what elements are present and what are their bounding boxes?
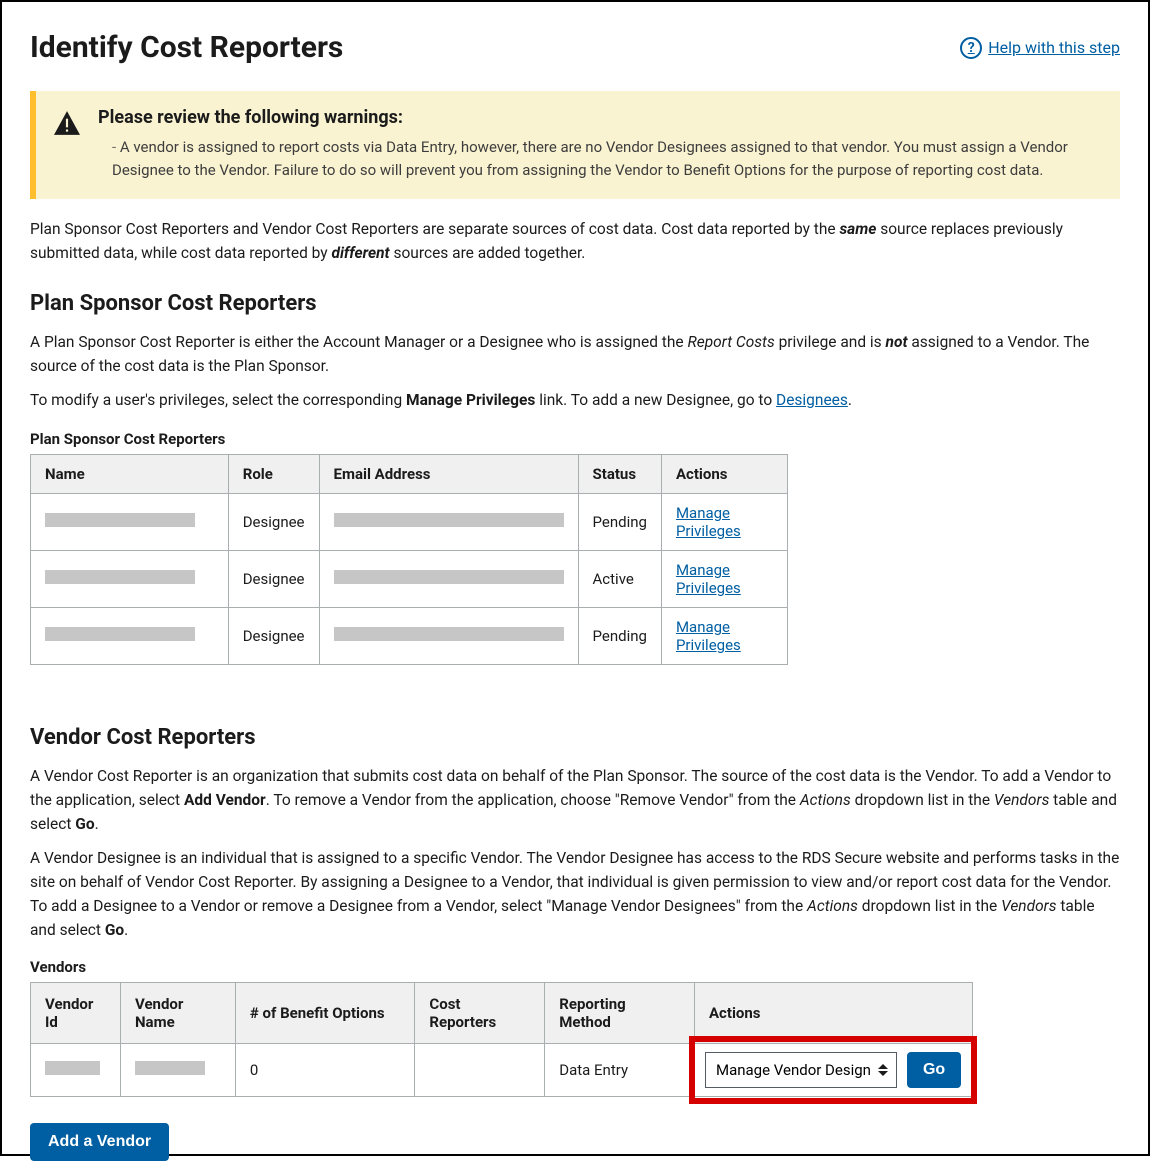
help-label: Help with this step (988, 38, 1120, 57)
redacted-name (45, 513, 195, 527)
redacted-name (45, 570, 195, 584)
table-row: Designee Pending Manage Privileges (31, 608, 788, 665)
section2-p1: A Vendor Cost Reporter is an organizatio… (30, 764, 1120, 836)
warning-body: A vendor is assigned to report costs via… (98, 136, 1098, 181)
section1-p2: To modify a user's privileges, select th… (30, 388, 1120, 412)
th-vendor-actions: Actions (694, 983, 972, 1044)
th-reporting-method: Reporting Method (545, 983, 695, 1044)
table-row: Designee Active Manage Privileges (31, 551, 788, 608)
warning-icon (54, 111, 80, 135)
manage-privileges-link[interactable]: Manage Privileges (676, 561, 741, 597)
redacted-vendor-id (45, 1061, 100, 1075)
redacted-email (334, 570, 564, 584)
page-title: Identify Cost Reporters (30, 30, 343, 65)
warning-title: Please review the following warnings: (98, 107, 1098, 128)
th-benefit-options: # of Benefit Options (235, 983, 415, 1044)
th-actions: Actions (661, 455, 787, 494)
cell-reporting-method: Data Entry (545, 1044, 695, 1097)
manage-privileges-link[interactable]: Manage Privileges (676, 618, 741, 654)
cell-role: Designee (228, 608, 319, 665)
th-vendor-name: Vendor Name (120, 983, 235, 1044)
help-link[interactable]: ? Help with this step (960, 37, 1120, 59)
highlight-box: Manage Vendor Designees Go (689, 1036, 977, 1104)
cell-status: Pending (578, 608, 661, 665)
table-row: Designee Pending Manage Privileges (31, 494, 788, 551)
cell-benefit-options: 0 (235, 1044, 415, 1097)
help-icon: ? (960, 37, 982, 59)
table-row: 0 Data Entry Manage Vendor Designees Go (31, 1044, 973, 1097)
section1-p1: A Plan Sponsor Cost Reporter is either t… (30, 330, 1120, 378)
section1-title: Plan Sponsor Cost Reporters (30, 291, 1120, 316)
redacted-name (45, 627, 195, 641)
vendor-actions-select[interactable]: Manage Vendor Designees (705, 1052, 897, 1088)
th-email: Email Address (319, 455, 578, 494)
section2-title: Vendor Cost Reporters (30, 725, 1120, 750)
intro-text: Plan Sponsor Cost Reporters and Vendor C… (30, 217, 1120, 265)
redacted-email (334, 627, 564, 641)
designees-link[interactable]: Designees (776, 391, 848, 409)
cell-role: Designee (228, 551, 319, 608)
table2-caption: Vendors (30, 958, 1120, 976)
cell-status: Pending (578, 494, 661, 551)
table1-caption: Plan Sponsor Cost Reporters (30, 430, 1120, 448)
add-vendor-button[interactable]: Add a Vendor (30, 1123, 169, 1161)
redacted-email (334, 513, 564, 527)
th-name: Name (31, 455, 229, 494)
section2-p2: A Vendor Designee is an individual that … (30, 846, 1120, 942)
th-role: Role (228, 455, 319, 494)
th-cost-reporters: Cost Reporters (415, 983, 545, 1044)
cell-cost-reporters (415, 1044, 545, 1097)
redacted-vendor-name (135, 1061, 205, 1075)
plan-sponsor-table: Name Role Email Address Status Actions D… (30, 454, 788, 665)
warning-item: A vendor is assigned to report costs via… (112, 136, 1098, 181)
cell-status: Active (578, 551, 661, 608)
vendors-table: Vendor Id Vendor Name # of Benefit Optio… (30, 982, 973, 1097)
cell-role: Designee (228, 494, 319, 551)
th-status: Status (578, 455, 661, 494)
go-button[interactable]: Go (907, 1052, 961, 1088)
th-vendor-id: Vendor Id (31, 983, 121, 1044)
manage-privileges-link[interactable]: Manage Privileges (676, 504, 741, 540)
warning-alert: Please review the following warnings: A … (30, 91, 1120, 199)
